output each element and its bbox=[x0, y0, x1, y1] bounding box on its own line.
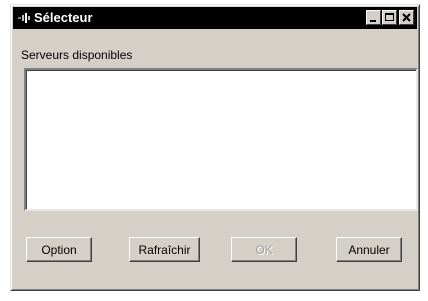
server-list[interactable] bbox=[24, 68, 418, 211]
selector-window: Sélecteur Serveurs disponibles Option Ra… bbox=[10, 4, 420, 291]
ok-button[interactable]: OK bbox=[231, 237, 297, 262]
maximize-button[interactable] bbox=[382, 10, 397, 25]
window-title: Sélecteur bbox=[34, 10, 93, 25]
maximize-icon bbox=[385, 13, 394, 21]
available-servers-label: Serveurs disponibles bbox=[21, 48, 133, 62]
app-icon bbox=[17, 11, 31, 25]
option-button[interactable]: Option bbox=[26, 237, 92, 262]
minimize-icon bbox=[370, 20, 376, 22]
minimize-button[interactable] bbox=[366, 10, 381, 25]
close-icon bbox=[402, 13, 411, 22]
title-bar[interactable]: Sélecteur bbox=[13, 7, 417, 29]
close-button[interactable] bbox=[399, 10, 414, 25]
refresh-button[interactable]: Rafraîchir bbox=[129, 237, 200, 262]
cancel-button[interactable]: Annuler bbox=[336, 237, 402, 262]
